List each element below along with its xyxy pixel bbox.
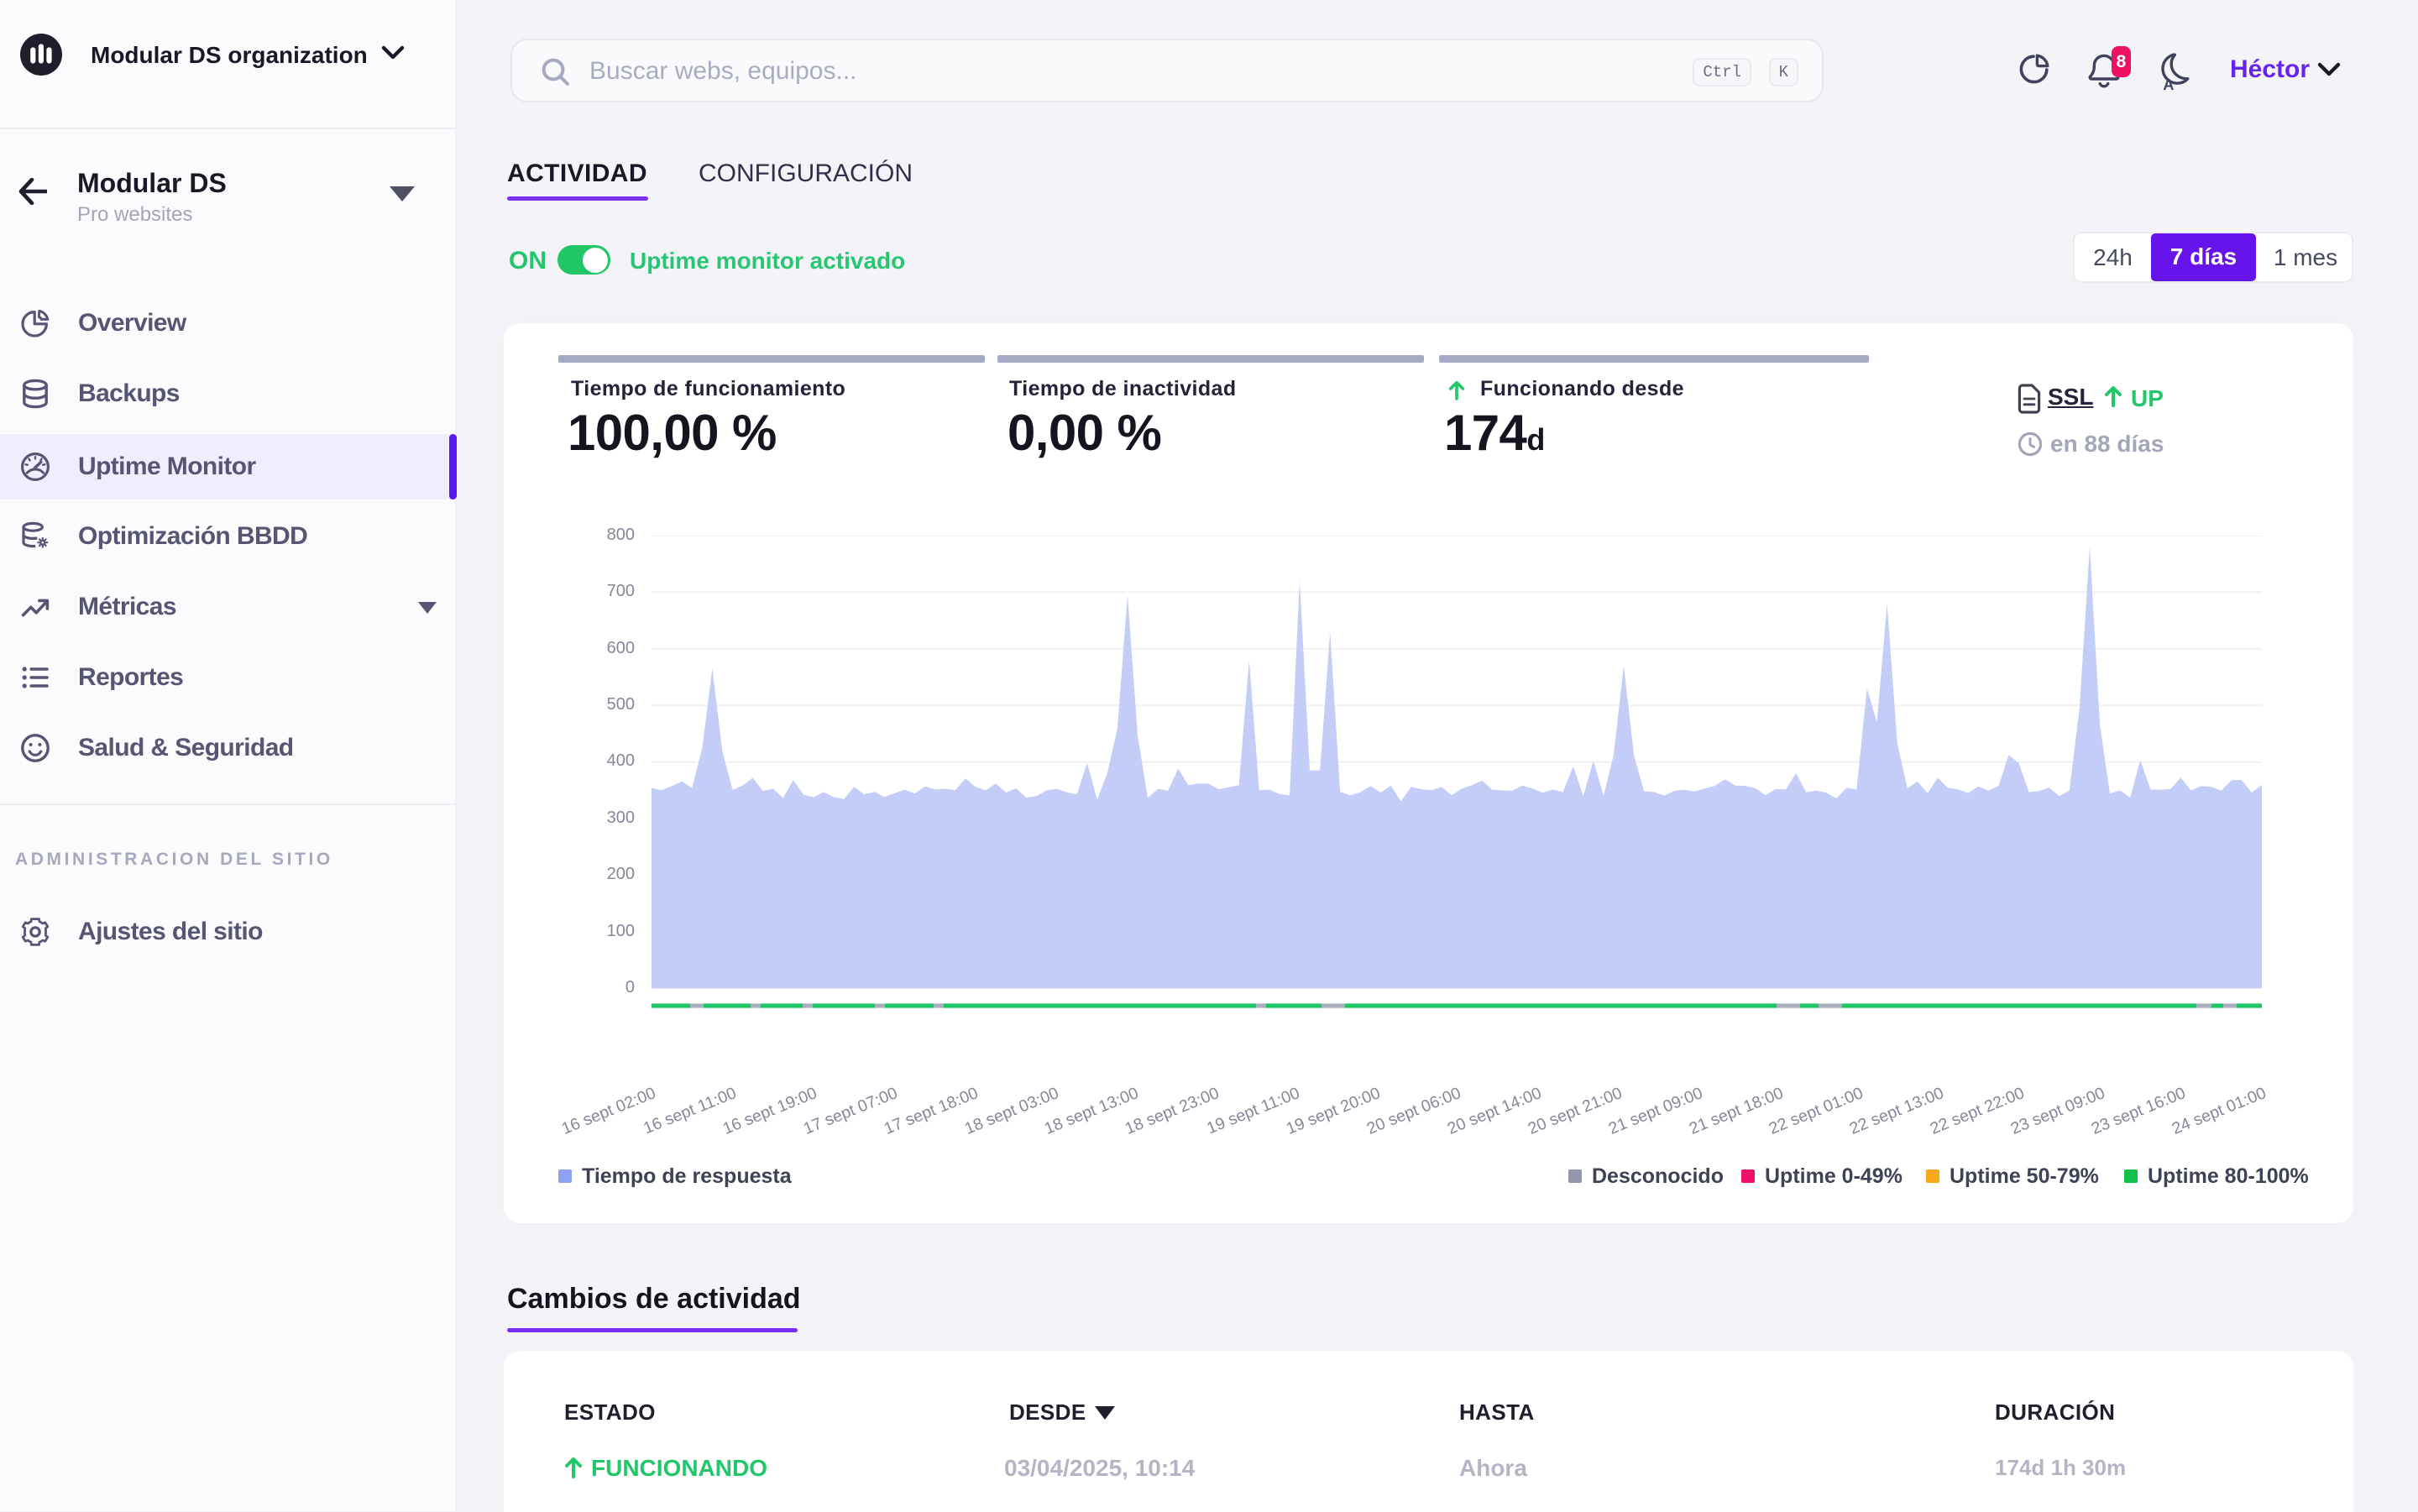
svg-text:A: A <box>2163 76 2174 92</box>
